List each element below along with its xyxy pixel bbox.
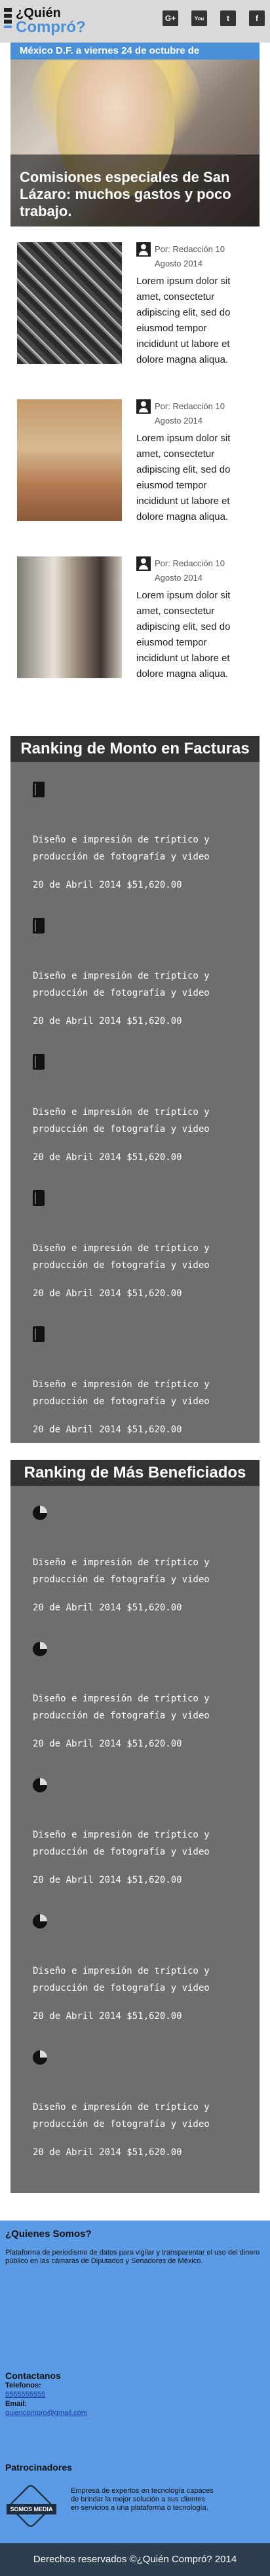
email-row: Email: quiencompro@gmail.com	[5, 2399, 265, 2418]
twitter-icon[interactable]: t	[220, 10, 236, 26]
ranking-item-date-amount: 20 de Abril 2014 $51,620.00	[33, 1875, 182, 1885]
ranking-beneficiados-list: Diseño e impresión de tríptico y producc…	[10, 1486, 260, 2193]
article-excerpt: Lorem ipsum dolor sit amet, consectetur …	[136, 433, 231, 522]
main-content: México D.F. a viernes 24 de octubre de C…	[10, 43, 260, 2193]
logo-icon[interactable]	[4, 8, 12, 30]
sponsor-logo[interactable]: SOMOS MEDIA	[5, 2482, 58, 2530]
phone-link[interactable]: 5555555555	[5, 2391, 45, 2399]
article-meta: Por: Redacción 10 Agosto 2014 Lorem ipsu…	[122, 242, 246, 399]
ranking-beneficiados-section: Ranking de Más Beneficiados Diseño e imp…	[10, 1460, 260, 2193]
brand-line2: Compró?	[16, 18, 86, 36]
sponsor-logo-text: SOMOS MEDIA	[7, 2504, 56, 2514]
site-logo-link[interactable]: ¿Quién Compró?	[16, 7, 86, 35]
ranking-item[interactable]: Diseño e impresión de tríptico y producc…	[33, 762, 260, 898]
sponsor-description: Empresa de expertos en tecnología capace…	[71, 2487, 214, 2512]
email-link[interactable]: quiencompro@gmail.com	[5, 2409, 87, 2417]
article-excerpt: Lorem ipsum dolor sit amet, consectetur …	[136, 590, 231, 680]
byline-text: Por: Redacción 10 Agosto 2014	[155, 558, 225, 583]
ranking-item[interactable]: Diseño e impresión de tríptico y producc…	[33, 1758, 260, 1895]
ranking-item[interactable]: Diseño e impresión de tríptico y producc…	[33, 898, 260, 1034]
article-byline: Por: Redacción 10 Agosto 2014	[136, 242, 246, 271]
about-text: Plataforma de periodismo de datos para v…	[5, 2249, 260, 2265]
article-thumbnail[interactable]	[17, 399, 122, 521]
pie-chart-icon	[33, 1642, 47, 1656]
ranking-item-description: Diseño e impresión de tríptico y producc…	[33, 2102, 210, 2130]
date-bar: México D.F. a viernes 24 de octubre de	[10, 43, 260, 60]
ranking-beneficiados-title: Ranking de Más Beneficiados	[10, 1460, 260, 1486]
phone-row: Telefonos: 5555555555	[5, 2381, 265, 2399]
phone-label: Telefonos:	[5, 2382, 41, 2389]
ranking-item[interactable]: Diseño e impresión de tríptico y producc…	[33, 1307, 260, 1443]
pie-chart-icon	[33, 1778, 47, 1792]
article-item[interactable]: Por: Redacción 10 Agosto 2014 Lorem ipsu…	[17, 242, 260, 399]
byline-text: Por: Redacción 10 Agosto 2014	[155, 401, 225, 426]
ranking-item-description: Diseño e impresión de tríptico y producc…	[33, 1830, 210, 1857]
hero-feature[interactable]: Comisiones especiales de San Lázaro: muc…	[10, 60, 260, 227]
article-byline: Por: Redacción 10 Agosto 2014	[136, 399, 246, 428]
document-icon	[33, 1054, 45, 1070]
article-thumbnail[interactable]	[17, 556, 122, 678]
ranking-item-date-amount: 20 de Abril 2014 $51,620.00	[33, 1016, 182, 1026]
user-icon	[136, 399, 151, 414]
article-item[interactable]: Por: Redacción 10 Agosto 2014 Lorem ipsu…	[17, 556, 260, 714]
ranking-monto-title: Ranking de Monto en Facturas	[10, 736, 260, 762]
ranking-item-date-amount: 20 de Abril 2014 $51,620.00	[33, 880, 182, 890]
article-excerpt: Lorem ipsum dolor sit amet, consectetur …	[136, 276, 231, 365]
contact-title: Contactanos	[5, 2370, 61, 2381]
ranking-item-description: Diseño e impresión de tríptico y producc…	[33, 1557, 210, 1585]
brand-line1: ¿Quién	[16, 6, 61, 20]
ranking-item-date-amount: 20 de Abril 2014 $51,620.00	[33, 1739, 182, 1749]
youtube-icon[interactable]: You	[191, 10, 207, 26]
pie-chart-icon	[33, 1914, 47, 1929]
byline-text: Por: Redacción 10 Agosto 2014	[155, 244, 225, 268]
copyright-bar: Derechos reservados ©¿Quién Compró? 2014	[0, 2543, 270, 2576]
document-icon	[33, 1190, 45, 1206]
hero-headline[interactable]: Comisiones especiales de San Lázaro: muc…	[20, 169, 253, 220]
ranking-item-date-amount: 20 de Abril 2014 $51,620.00	[33, 1424, 182, 1435]
article-thumbnail[interactable]	[17, 242, 122, 364]
pie-chart-icon	[33, 1506, 47, 1520]
ranking-item-date-amount: 20 de Abril 2014 $51,620.00	[33, 1288, 182, 1299]
ranking-item-date-amount: 20 de Abril 2014 $51,620.00	[33, 1603, 182, 1613]
document-icon	[33, 782, 45, 797]
sponsors-title: Patrocinadores	[5, 2462, 72, 2473]
ranking-item[interactable]: Diseño e impresión de tríptico y producc…	[33, 1034, 260, 1170]
ranking-item-description: Diseño e impresión de tríptico y producc…	[33, 971, 210, 998]
email-label: Email:	[5, 2400, 28, 2408]
pie-chart-icon	[33, 2050, 47, 2065]
ranking-item-description: Diseño e impresión de tríptico y producc…	[33, 1243, 210, 1271]
article-list: Por: Redacción 10 Agosto 2014 Lorem ipsu…	[10, 227, 260, 714]
user-icon	[136, 242, 151, 257]
ranking-item[interactable]: Diseño e impresión de tríptico y producc…	[33, 1486, 260, 1622]
ranking-monto-section: Ranking de Monto en Facturas Diseño e im…	[10, 736, 260, 1443]
about-title: ¿Quienes Somos?	[5, 2228, 92, 2240]
facebook-icon[interactable]: f	[249, 10, 265, 26]
ranking-item[interactable]: Diseño e impresión de tríptico y producc…	[33, 1170, 260, 1307]
ranking-item-description: Diseño e impresión de tríptico y producc…	[33, 1966, 210, 1993]
social-links: G+ You t f	[163, 10, 265, 26]
site-footer: ¿Quienes Somos? Plataforma de periodismo…	[0, 2221, 270, 2543]
article-meta: Por: Redacción 10 Agosto 2014 Lorem ipsu…	[122, 399, 246, 556]
ranking-item-description: Diseño e impresión de tríptico y producc…	[33, 1107, 210, 1134]
ranking-item-description: Diseño e impresión de tríptico y producc…	[33, 1694, 210, 1721]
ranking-item[interactable]: Diseño e impresión de tríptico y producc…	[33, 1895, 260, 2031]
user-icon	[136, 556, 151, 571]
article-meta: Por: Redacción 10 Agosto 2014 Lorem ipsu…	[122, 556, 246, 714]
ranking-item[interactable]: Diseño e impresión de tríptico y producc…	[33, 2031, 260, 2167]
article-byline: Por: Redacción 10 Agosto 2014	[136, 556, 246, 585]
ranking-monto-list: Diseño e impresión de tríptico y producc…	[10, 762, 260, 1443]
ranking-item-description: Diseño e impresión de tríptico y producc…	[33, 1379, 210, 1407]
article-item[interactable]: Por: Redacción 10 Agosto 2014 Lorem ipsu…	[17, 399, 260, 556]
ranking-item-date-amount: 20 de Abril 2014 $51,620.00	[33, 2011, 182, 2022]
ranking-item[interactable]: Diseño e impresión de tríptico y producc…	[33, 1622, 260, 1758]
document-icon	[33, 918, 45, 934]
ranking-item-date-amount: 20 de Abril 2014 $51,620.00	[33, 1152, 182, 1163]
document-icon	[33, 1326, 45, 1342]
google-plus-icon[interactable]: G+	[163, 10, 178, 26]
ranking-item-date-amount: 20 de Abril 2014 $51,620.00	[33, 2147, 182, 2158]
ranking-item-description: Diseño e impresión de tríptico y producc…	[33, 835, 210, 862]
sponsor-item: SOMOS MEDIA Empresa de expertos en tecno…	[5, 2482, 265, 2530]
site-header: ¿Quién Compró? G+ You t f	[0, 0, 270, 43]
